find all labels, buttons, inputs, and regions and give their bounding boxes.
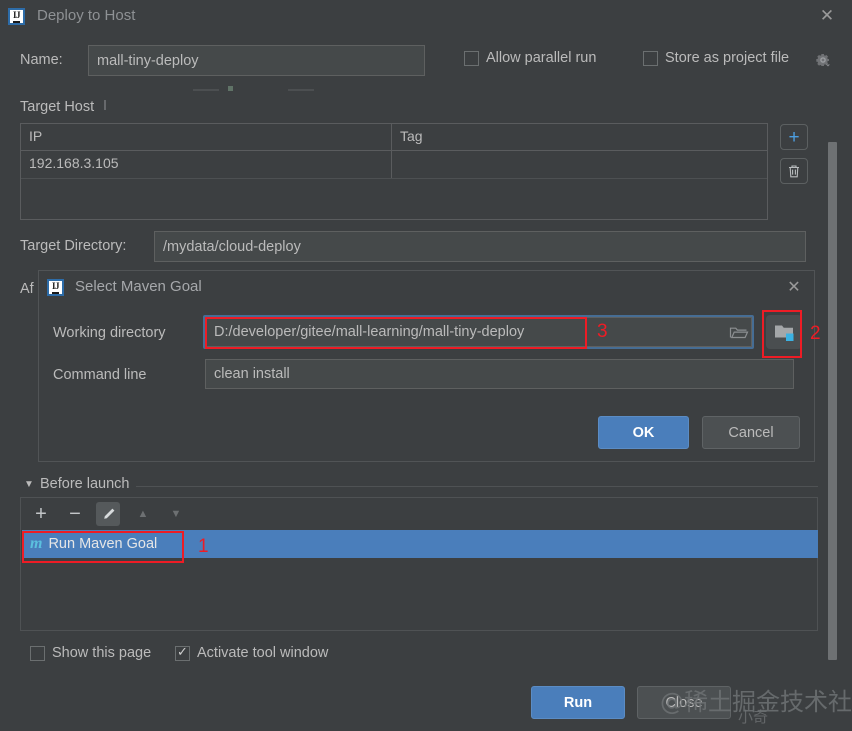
target-host-table: IP Tag 192.168.3.105	[20, 123, 768, 220]
name-label: Name:	[20, 52, 63, 68]
maven-icon: m	[30, 535, 42, 553]
run-button[interactable]: Run	[531, 686, 625, 719]
target-directory-label: Target Directory:	[20, 238, 126, 254]
deploy-to-host-dialog: IJ Deploy to Host ✕ Name: Allow parallel…	[0, 0, 852, 731]
show-this-page-checkbox[interactable]: Show this page	[30, 645, 151, 661]
target-directory-input[interactable]	[154, 231, 806, 262]
plus-icon: +	[35, 504, 47, 524]
close-icon[interactable]: ✕	[818, 7, 836, 25]
working-directory-label: Working directory	[53, 325, 166, 341]
chevron-down-icon[interactable]: ▼	[24, 479, 34, 490]
store-as-project-file-label: Store as project file	[665, 50, 789, 66]
arrow-up-icon: ▲	[138, 509, 149, 520]
folder-icon[interactable]	[729, 325, 749, 340]
minus-icon: −	[69, 504, 81, 524]
clipped-remnant	[228, 86, 233, 91]
arrow-down-icon: ▼	[171, 509, 182, 520]
page-title: Deploy to Host	[37, 7, 135, 24]
checkbox-box	[643, 51, 658, 66]
trash-icon	[787, 164, 801, 179]
list-item-label: Run Maven Goal	[48, 536, 157, 552]
checkbox-box	[30, 646, 45, 661]
title-bar: IJ Deploy to Host ✕	[0, 0, 852, 34]
working-directory-input[interactable]	[205, 317, 752, 347]
annotation-number-2: 2	[810, 323, 821, 345]
section-divider	[136, 486, 818, 487]
name-input[interactable]	[88, 45, 425, 76]
ok-button[interactable]: OK	[598, 416, 689, 449]
cell-ip: 192.168.3.105	[21, 151, 392, 178]
command-line-label: Command line	[53, 367, 147, 383]
column-header-ip: IP	[21, 124, 392, 150]
edit-task-button[interactable]	[96, 502, 120, 526]
table-row[interactable]: 192.168.3.105	[21, 151, 767, 179]
allow-parallel-run-label: Allow parallel run	[486, 50, 596, 66]
store-as-project-file-checkbox[interactable]: Store as project file	[643, 50, 789, 66]
move-up-button[interactable]: ▲	[131, 502, 155, 526]
plus-icon: +	[788, 128, 799, 147]
clipped-remnant	[193, 89, 219, 91]
command-line-input[interactable]	[205, 359, 794, 389]
cancel-button[interactable]: Cancel	[702, 416, 800, 449]
list-item[interactable]: m Run Maven Goal	[22, 530, 818, 558]
before-launch-title: Before launch	[40, 476, 129, 492]
checkbox-box	[464, 51, 479, 66]
remove-task-button[interactable]: −	[63, 502, 87, 526]
cell-tag	[392, 151, 767, 178]
pencil-icon	[101, 507, 116, 522]
before-launch-toolbar: + − ▲ ▼	[21, 498, 817, 529]
show-this-page-label: Show this page	[52, 645, 151, 661]
clipped-remnant	[104, 100, 106, 110]
intellij-idea-icon: IJ	[8, 8, 25, 25]
vertical-scrollbar[interactable]	[828, 142, 837, 660]
clipped-remnant	[288, 89, 314, 91]
add-host-button[interactable]: +	[780, 124, 808, 150]
close-icon[interactable]: ✕	[786, 277, 802, 297]
activate-tool-window-checkbox[interactable]: Activate tool window	[175, 645, 328, 661]
checkbox-box	[175, 646, 190, 661]
before-launch-panel: + − ▲ ▼ m Run Maven Goal	[20, 497, 818, 631]
gear-icon[interactable]	[815, 52, 831, 68]
move-down-button[interactable]: ▼	[164, 502, 188, 526]
folder-open-icon	[774, 323, 795, 342]
browse-directory-button[interactable]	[766, 315, 802, 349]
target-host-label: Target Host	[20, 99, 94, 115]
column-header-tag: Tag	[392, 124, 767, 150]
maven-dialog-title: Select Maven Goal	[75, 278, 202, 295]
activate-tool-window-label: Activate tool window	[197, 645, 328, 661]
table-header: IP Tag	[21, 124, 767, 151]
select-maven-goal-dialog: IJ Select Maven Goal ✕ Working directory…	[38, 270, 815, 462]
add-task-button[interactable]: +	[29, 502, 53, 526]
annotation-number-1: 1	[198, 536, 209, 558]
delete-host-button[interactable]	[780, 158, 808, 184]
intellij-idea-icon: IJ	[47, 279, 64, 296]
watermark-sub: 小奇	[738, 706, 768, 727]
annotation-number-3: 3	[597, 321, 608, 343]
allow-parallel-run-checkbox[interactable]: Allow parallel run	[464, 50, 596, 66]
after-label-clipped: Af	[20, 281, 34, 297]
